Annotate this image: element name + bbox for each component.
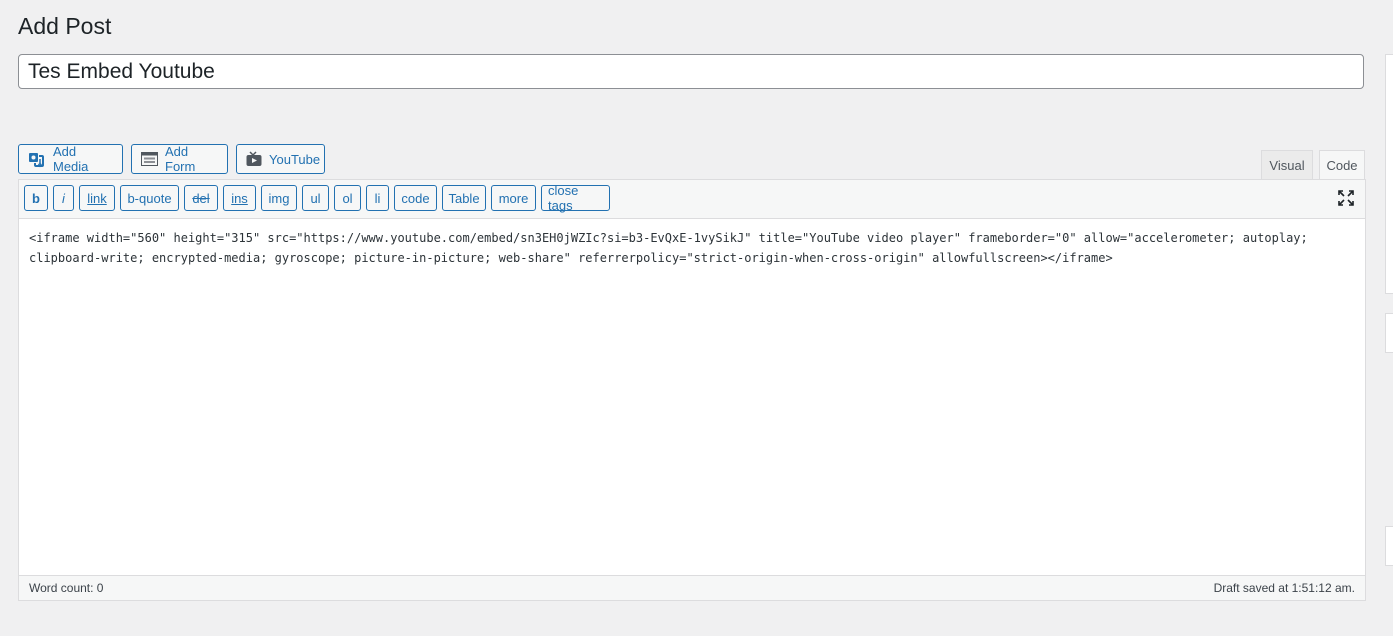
quicktags-toolbar: b i link b-quote del ins img ul ol li co… xyxy=(19,180,1365,219)
quicktag-italic-button[interactable]: i xyxy=(53,185,74,211)
quicktag-bold-button[interactable]: b xyxy=(24,185,48,211)
page-title: Add Post xyxy=(18,13,112,39)
quicktag-img-button[interactable]: img xyxy=(261,185,297,211)
add-media-label: Add Media xyxy=(53,144,89,174)
quicktag-del-button[interactable]: del xyxy=(184,185,218,211)
youtube-button[interactable]: YouTube xyxy=(236,144,325,174)
quicktag-link-button[interactable]: link xyxy=(79,185,115,211)
quicktag-ul-button[interactable]: ul xyxy=(302,185,329,211)
editor-status-bar: Word count: 0 Draft saved at 1:51:12 am. xyxy=(19,575,1365,600)
post-title-input[interactable] xyxy=(18,54,1364,89)
fullscreen-icon[interactable] xyxy=(1337,189,1355,207)
tab-visual[interactable]: Visual xyxy=(1261,150,1313,180)
add-media-button[interactable]: Add Media xyxy=(18,144,123,174)
form-icon xyxy=(141,152,158,166)
quicktag-more-button[interactable]: more xyxy=(491,185,536,211)
youtube-label: YouTube xyxy=(269,151,321,167)
quicktag-ins-button[interactable]: ins xyxy=(223,185,256,211)
quicktag-ol-button[interactable]: ol xyxy=(334,185,361,211)
youtube-icon xyxy=(246,151,262,167)
add-form-button[interactable]: Add Form xyxy=(131,144,228,174)
code-editor-textarea[interactable]: <iframe width="560" height="315" src="ht… xyxy=(19,218,1365,576)
quicktag-li-button[interactable]: li xyxy=(366,185,389,211)
add-media-icon xyxy=(28,150,46,168)
quicktag-table-button[interactable]: Table xyxy=(442,185,486,211)
sidebar-panel-edge xyxy=(1385,313,1393,353)
sidebar-panel-edge xyxy=(1385,526,1393,566)
quicktag-close-tags-button[interactable]: close tags xyxy=(541,183,610,213)
add-form-label: Add Form xyxy=(165,144,196,174)
word-count: Word count: 0 xyxy=(29,581,104,595)
quicktag-bquote-button[interactable]: b-quote xyxy=(120,185,179,211)
sidebar-panel-edge xyxy=(1385,54,1393,294)
quicktag-code-button[interactable]: code xyxy=(394,185,437,211)
draft-saved-status: Draft saved at 1:51:12 am. xyxy=(1213,581,1355,595)
post-editor: b i link b-quote del ins img ul ol li co… xyxy=(18,179,1366,601)
tab-code[interactable]: Code xyxy=(1319,150,1365,180)
